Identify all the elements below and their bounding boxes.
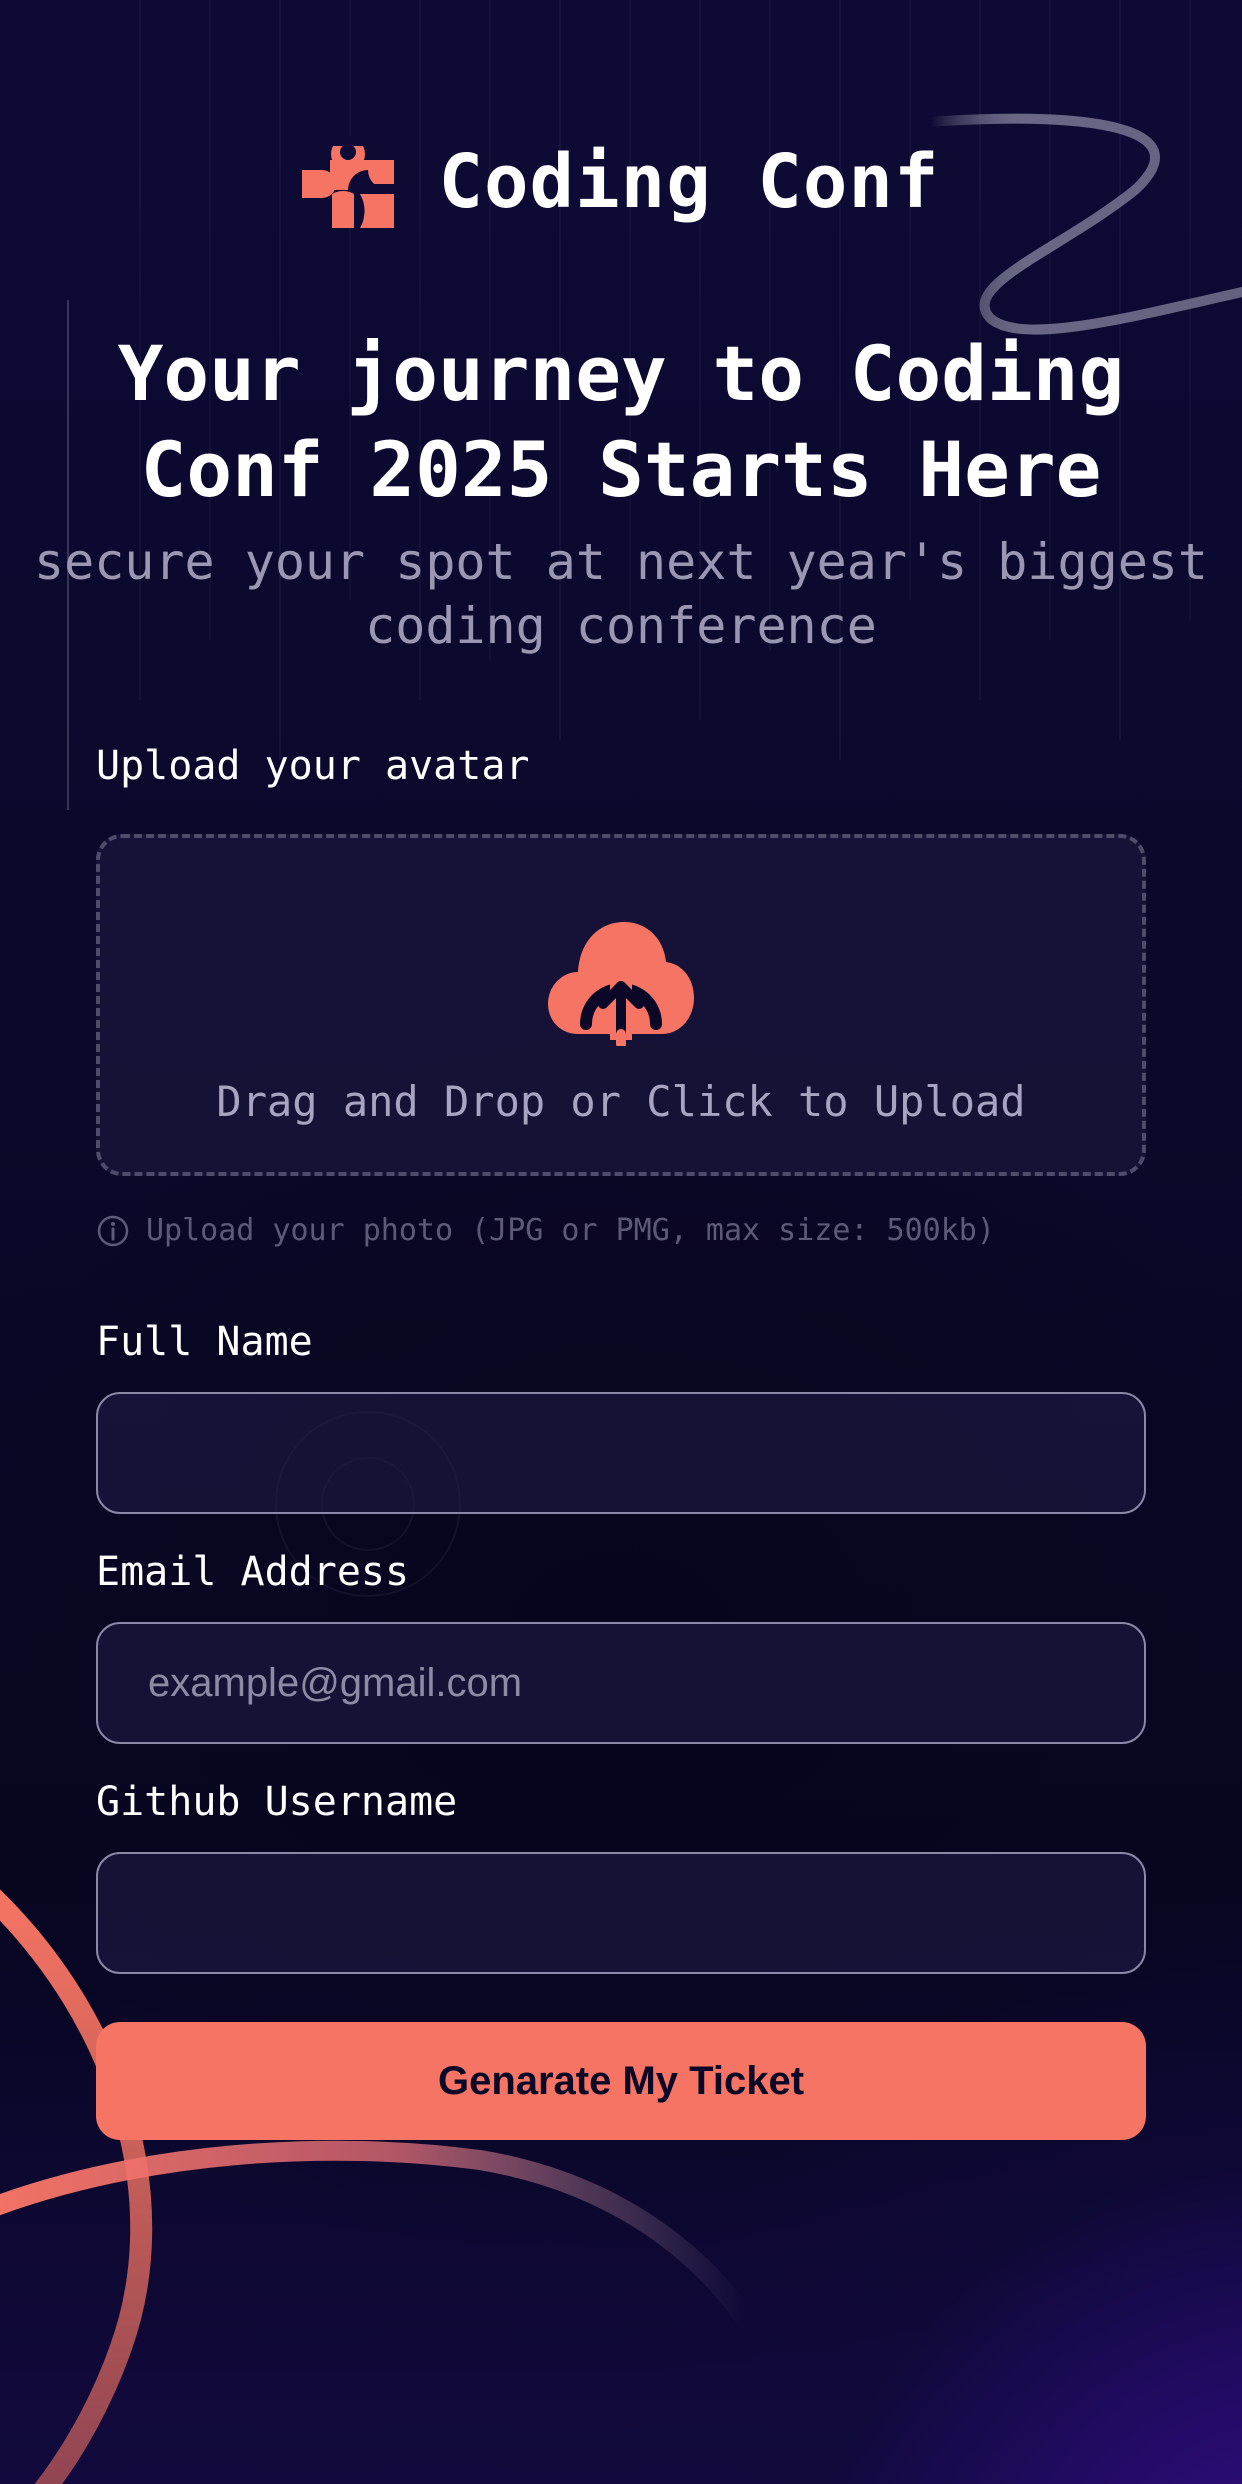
coding-conf-logo-icon: [302, 136, 395, 228]
full-name-label: Full Name: [96, 1319, 313, 1365]
avatar-dropzone[interactable]: Drag and Drop or Click to Upload: [96, 834, 1146, 1176]
dropzone-text: Drag and Drop or Click to Upload: [216, 1077, 1026, 1126]
avatar-hint: Upload your photo (JPG or PMG, max size:…: [96, 1213, 995, 1249]
full-name-input[interactable]: [96, 1392, 1146, 1514]
brand-logo: Coding Conf: [0, 134, 1242, 230]
avatar-label: Upload your avatar: [96, 743, 530, 789]
github-label: Github Username: [96, 1779, 458, 1825]
cloud-upload-icon: [548, 922, 694, 1046]
email-label: Email Address: [96, 1549, 410, 1595]
brand-name: Coding Conf: [438, 139, 940, 225]
generate-ticket-button[interactable]: Genarate My Ticket: [96, 2022, 1146, 2140]
avatar-hint-text: Upload your photo (JPG or PMG, max size:…: [146, 1213, 995, 1248]
page-subtitle: secure your spot at next year's biggest …: [34, 533, 1208, 655]
page-title: Your journey to Coding Conf 2025 Starts …: [117, 329, 1125, 514]
email-input[interactable]: [96, 1622, 1146, 1744]
page-content: Coding Conf Your journey to Coding Conf …: [0, 0, 1242, 2484]
info-icon: [97, 1215, 129, 1247]
github-username-input[interactable]: [96, 1852, 1146, 1974]
